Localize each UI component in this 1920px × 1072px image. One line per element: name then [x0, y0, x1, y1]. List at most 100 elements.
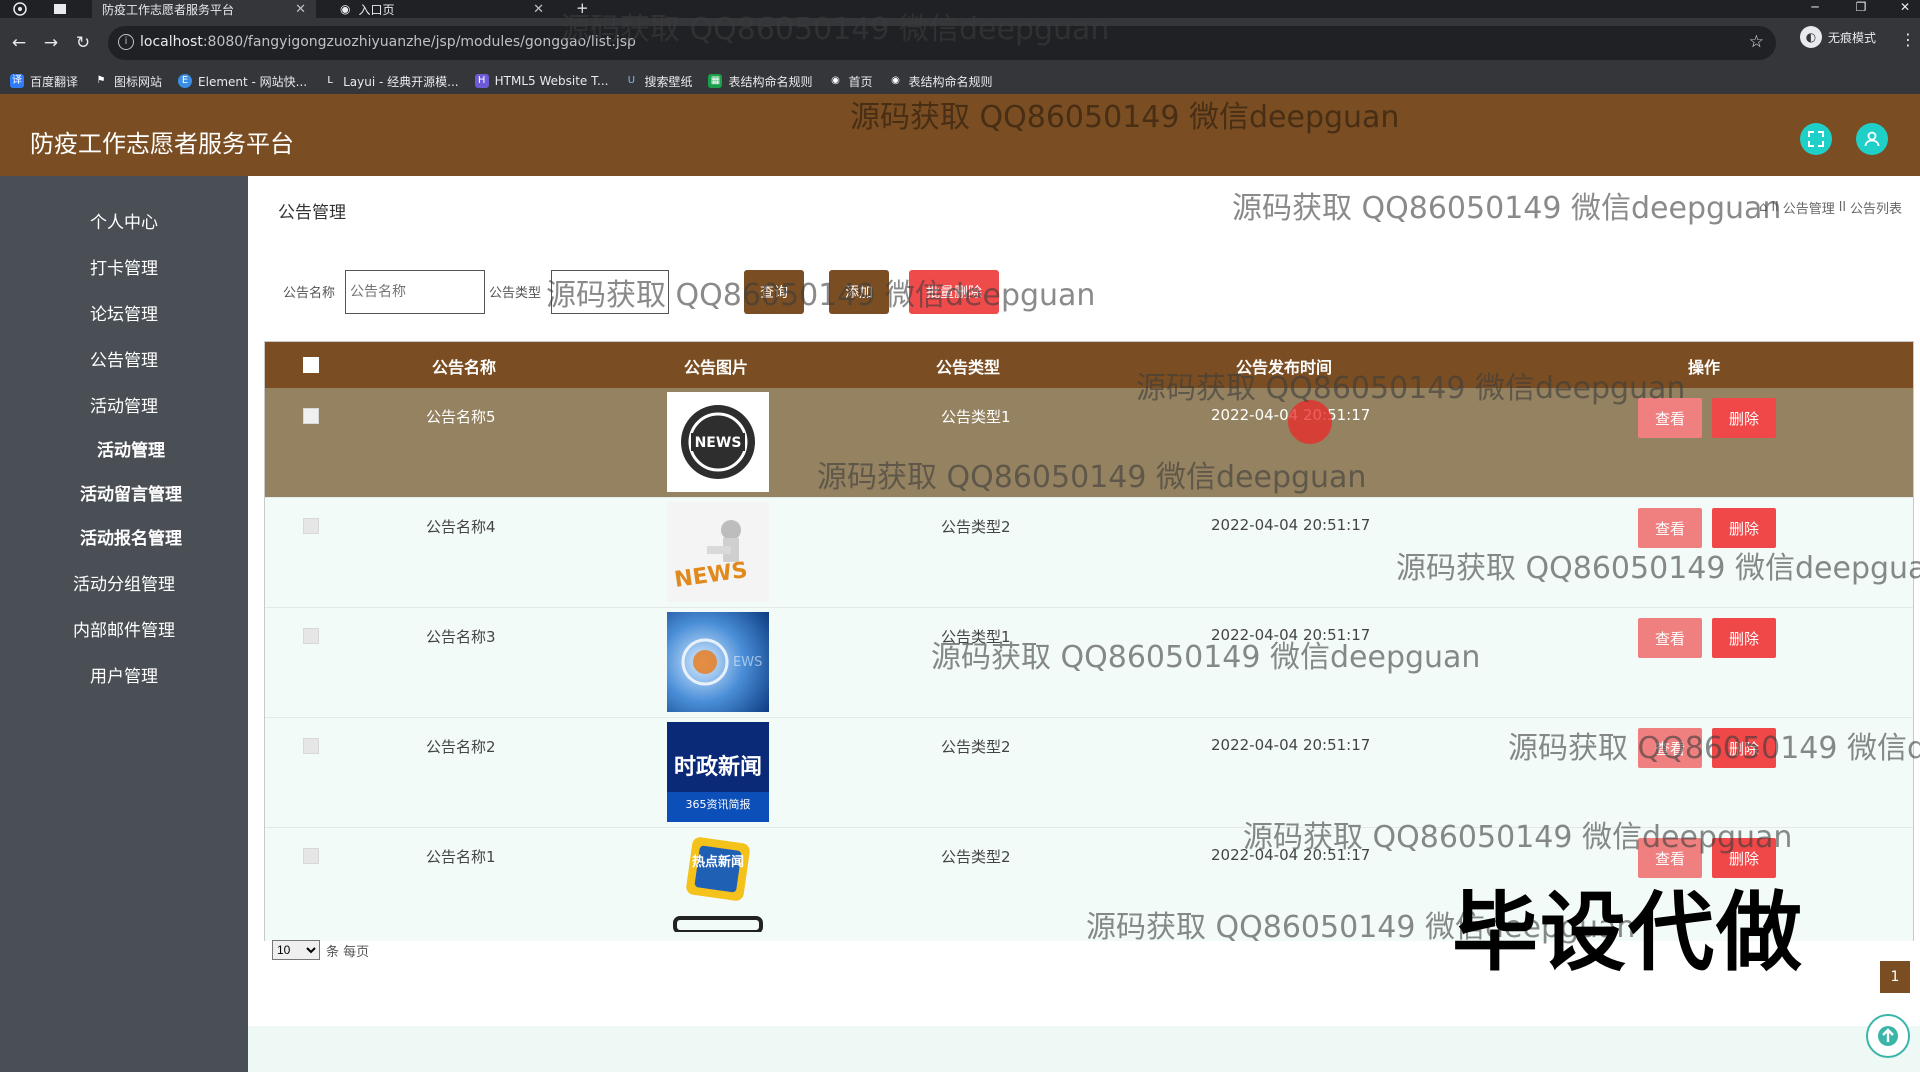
per-page-label: 条 每页 — [326, 944, 370, 960]
svg-text:NEWS: NEWS — [695, 435, 742, 451]
row-checkbox[interactable] — [303, 848, 319, 864]
batch-delete-button[interactable]: 批量删除 — [909, 270, 999, 314]
breadcrumb-item[interactable]: 公告管理 — [1783, 198, 1835, 217]
forward-icon[interactable]: → — [40, 32, 62, 54]
url-field[interactable]: i localhost:8080/fangyigongzuozhiyuanzhe… — [108, 26, 1776, 60]
sidebar-subitem-activity[interactable]: 活动管理 — [0, 436, 248, 461]
flag-icon: ⚑ — [94, 74, 109, 88]
address-bar: ← → ↻ i localhost:8080/fangyigongzuozhiy… — [0, 18, 1920, 68]
notice-time: 2022-04-04 20:51:17 — [1211, 516, 1371, 534]
delete-button[interactable]: 删除 — [1712, 618, 1776, 658]
browser-tabbar: 防疫工作志愿者服务平台 ✕ ◉ 入口页 ✕ + ─ ❐ ✕ — [0, 0, 1920, 18]
bookmark-item[interactable]: ◉ 表结构命名规则 — [888, 73, 993, 90]
bookmark-item[interactable]: 译百度翻译 — [10, 73, 78, 90]
row-checkbox[interactable] — [303, 738, 319, 754]
tab-entry[interactable]: ◉ 入口页 ✕ — [330, 0, 554, 18]
svg-text:热点新闻: 热点新闻 — [692, 854, 744, 870]
bookmark-star-icon[interactable]: ☆ — [1749, 32, 1764, 52]
info-icon[interactable]: i — [118, 34, 134, 50]
tab-platform[interactable]: 防疫工作志愿者服务平台 ✕ — [92, 0, 316, 18]
tab-search-icon[interactable] — [52, 1, 68, 17]
view-button[interactable]: 查看 — [1638, 728, 1702, 768]
fullscreen-icon[interactable] — [1800, 123, 1832, 155]
close-icon[interactable]: ✕ — [533, 2, 544, 17]
sidebar-item-mail[interactable]: 内部邮件管理 — [0, 616, 248, 641]
column-header: 公告名称 — [432, 358, 497, 377]
sidebar-item-activity[interactable]: 活动管理 — [0, 392, 248, 417]
notice-name: 公告名称2 — [426, 738, 496, 756]
new-tab-icon[interactable]: + — [576, 0, 589, 17]
sidebar-item-users[interactable]: 用户管理 — [0, 662, 248, 687]
table-row[interactable]: 公告名称4 NEWS 公告类型2 2022-04-04 20:51:17 查看 … — [265, 498, 1913, 608]
view-button[interactable]: 查看 — [1638, 508, 1702, 548]
breadcrumb-item: 公告列表 — [1849, 202, 1902, 217]
globe-icon: ◉ — [828, 74, 843, 88]
svg-text:EWS: EWS — [733, 655, 762, 670]
back-icon[interactable]: ← — [8, 32, 30, 54]
window-close-icon[interactable]: ✕ — [1890, 0, 1920, 14]
back-to-top-icon[interactable] — [1866, 1014, 1910, 1058]
incognito-label: 无痕模式 — [1828, 30, 1877, 45]
table-row[interactable]: 公告名称2 时政新闻 365资讯简报 公告类型2 2022-04-04 20:5… — [265, 718, 1913, 828]
page-number-button[interactable]: 1 — [1880, 961, 1910, 993]
incognito-indicator[interactable]: ◐ 无痕模式 — [1800, 26, 1876, 48]
home-icon[interactable]: ⌂ — [1759, 200, 1767, 215]
page-title: 公告管理 — [278, 203, 346, 223]
incognito-icon: ◐ — [1800, 26, 1822, 48]
sidebar-item-notice[interactable]: 公告管理 — [0, 346, 248, 371]
bookmark-item[interactable]: U 搜索壁纸 — [624, 73, 692, 90]
svg-text:365资讯简报: 365资讯简报 — [686, 797, 751, 811]
row-checkbox[interactable] — [303, 628, 319, 644]
notice-name-input[interactable] — [345, 270, 485, 314]
notice-time: 2022-04-04 20:51:17 — [1211, 846, 1371, 864]
more-menu-icon[interactable]: ⋮ — [1900, 30, 1916, 49]
user-avatar-icon[interactable] — [1856, 123, 1888, 155]
html5-icon: H — [474, 74, 489, 88]
sidebar-subitem-activity-comments[interactable]: 活动留言管理 — [0, 480, 248, 505]
sidebar-item-checkin[interactable]: 打卡管理 — [0, 254, 248, 279]
sidebar-item-profile[interactable]: 个人中心 — [0, 208, 248, 233]
delete-button[interactable]: 删除 — [1712, 508, 1776, 548]
notice-image: 热点新闻 — [667, 832, 769, 932]
row-checkbox[interactable] — [303, 518, 319, 534]
minimize-icon[interactable]: ─ — [1800, 0, 1830, 14]
table-row[interactable]: 公告名称3 EWS 公告类型1 2022-04-04 20:51:17 查看 删… — [265, 608, 1913, 718]
bookmark-item[interactable]: ◉ 首页 — [828, 73, 873, 90]
delete-button[interactable]: 删除 — [1712, 398, 1776, 438]
restore-icon[interactable]: ❐ — [1846, 0, 1876, 14]
bookmark-item[interactable]: ⚑ 图标网站 — [94, 73, 162, 90]
column-header: 公告图片 — [684, 358, 749, 377]
sidebar-item-activity-group[interactable]: 活动分组管理 — [0, 570, 248, 595]
sidebar-subitem-activity-signup[interactable]: 活动报名管理 — [0, 524, 248, 549]
bookmark-item[interactable]: L Layui - 经典开源模... — [323, 73, 459, 90]
type-filter-label: 公告类型 — [489, 286, 542, 301]
app-header: 防疫工作志愿者服务平台 — [0, 94, 1920, 176]
select-all-checkbox[interactable] — [303, 357, 319, 373]
bookmark-item[interactable]: H HTML5 Website T... — [474, 74, 608, 88]
table-icon: ▦ — [708, 74, 723, 88]
bookmark-item[interactable]: E Element - 网站快... — [178, 73, 307, 90]
notice-name: 公告名称4 — [426, 518, 496, 536]
breadcrumb: ⌂ ll 公告管理 ll 公告列表 — [1759, 198, 1902, 217]
cursor-highlight — [1288, 400, 1332, 444]
notice-type-select[interactable] — [551, 270, 669, 314]
column-header: 公告类型 — [936, 358, 1001, 377]
url-text: localhost:8080/fangyigongzuozhiyuanzhe/j… — [140, 34, 636, 50]
row-checkbox[interactable] — [303, 408, 319, 424]
view-button[interactable]: 查看 — [1638, 618, 1702, 658]
notice-type: 公告类型1 — [941, 408, 1011, 426]
watermark-big: 毕设代做 — [1452, 883, 1804, 983]
sidebar-item-forum[interactable]: 论坛管理 — [0, 300, 248, 325]
reload-icon[interactable]: ↻ — [72, 32, 94, 54]
delete-button[interactable]: 删除 — [1712, 728, 1776, 768]
page-size-select[interactable]: 10 — [272, 940, 320, 960]
close-icon[interactable]: ✕ — [295, 2, 306, 17]
table-row[interactable]: 公告名称5 NEWS 公告类型1 2022-04-04 20:51:17 查看 … — [265, 388, 1913, 498]
add-button[interactable]: 添加 — [829, 270, 889, 314]
notice-table: 公告名称 公告图片 公告类型 公告发布时间 操作 公告名称5 NEWS 公告类型… — [264, 341, 1914, 941]
search-button[interactable]: 查询 — [744, 270, 804, 314]
footer-band — [248, 1026, 1920, 1072]
bookmark-item[interactable]: ▦ 表结构命名规则 — [708, 73, 812, 90]
view-button[interactable]: 查看 — [1638, 398, 1702, 438]
name-filter-label: 公告名称 — [283, 286, 336, 301]
